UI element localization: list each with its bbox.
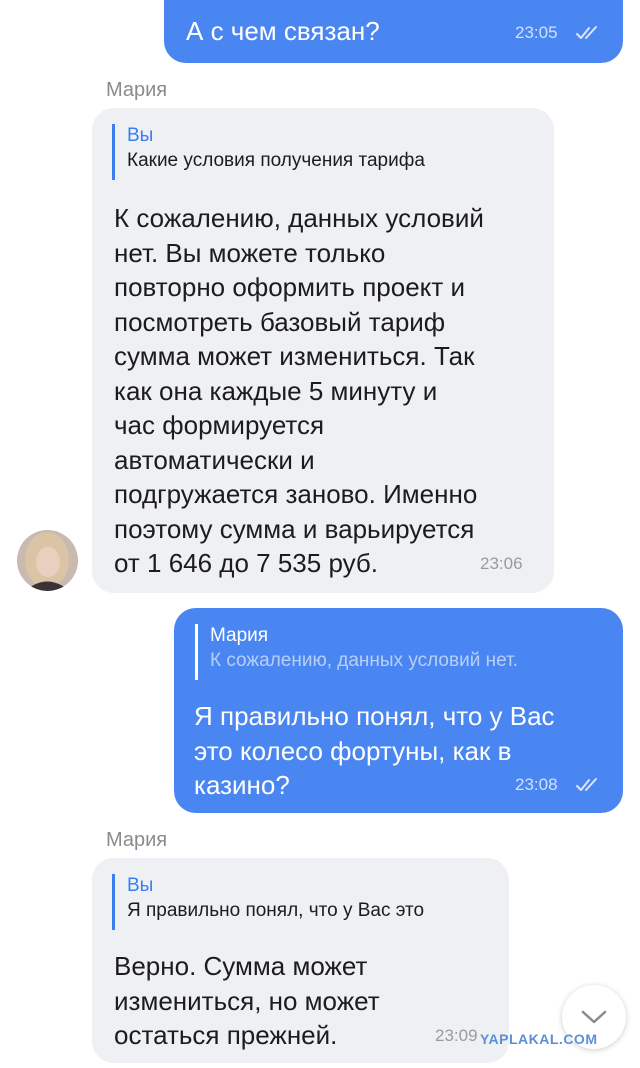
avatar[interactable] <box>17 530 78 591</box>
message-text: К сожалению, данных условий нет. Вы може… <box>114 203 484 578</box>
chevron-down-icon <box>581 1010 607 1024</box>
double-check-icon <box>576 778 597 791</box>
incoming-message[interactable]: Вы Какие условия получения тарифа К сожа… <box>92 108 554 593</box>
reply-quote[interactable]: Вы Я правильно понял, что у Вас это <box>112 874 487 930</box>
reply-quote[interactable]: Мария К сожалению, данных условий нет. <box>195 624 600 680</box>
message-text: Верно. Сумма может измениться, но может … <box>114 951 380 1050</box>
reply-author: Мария <box>210 625 269 646</box>
sender-name: Мария <box>106 79 168 101</box>
message-text: А с чем связан? <box>186 16 380 46</box>
reply-author: Вы <box>127 125 154 146</box>
avatar-image <box>17 530 78 591</box>
message-time: 23:09 <box>435 1026 478 1045</box>
double-check-icon <box>576 26 597 39</box>
message-time: 23:05 <box>515 23 558 42</box>
reply-text: К сожалению, данных условий нет. <box>210 650 518 671</box>
reply-text: Какие условия получения тарифа <box>127 150 425 171</box>
incoming-message[interactable]: Вы Я правильно понял, что у Вас это Верн… <box>92 858 509 1063</box>
reply-quote[interactable]: Вы Какие условия получения тарифа <box>112 124 517 180</box>
reply-text: Я правильно понял, что у Вас это <box>127 900 425 921</box>
message-time: 23:06 <box>480 554 523 573</box>
outgoing-message[interactable]: Мария К сожалению, данных условий нет. Я… <box>174 608 623 813</box>
sender-name: Мария <box>106 829 168 851</box>
outgoing-message[interactable]: А с чем связан? 23:05 <box>164 0 623 63</box>
watermark: YAPLAKAL.COM <box>480 1031 598 1047</box>
reply-author: Вы <box>127 875 154 896</box>
message-time: 23:08 <box>515 775 558 794</box>
